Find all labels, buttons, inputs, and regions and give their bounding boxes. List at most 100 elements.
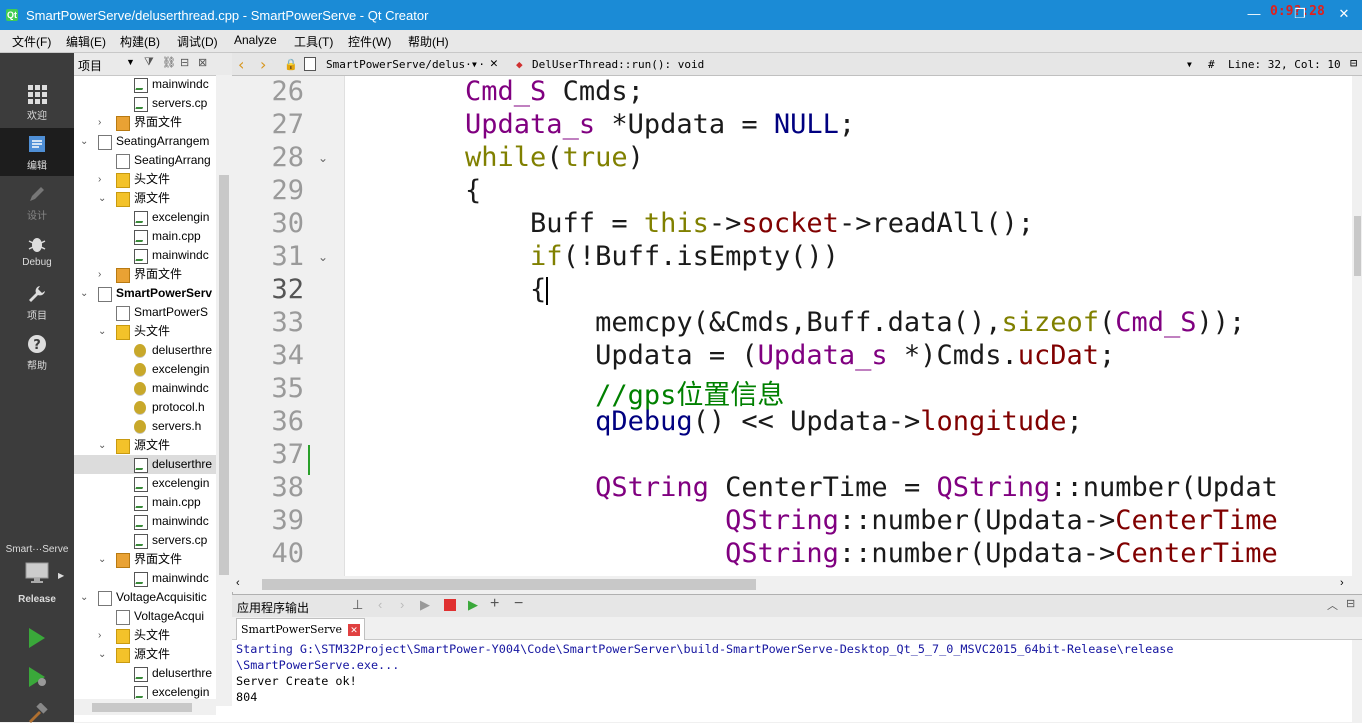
code-line[interactable]: Updata = (Updata_s *)Cmds.ucDat; <box>400 340 1115 371</box>
tree-item[interactable]: servers.cp <box>74 94 216 113</box>
debug-run-icon[interactable] <box>27 666 49 688</box>
tree-item[interactable]: ⌄ 源文件 <box>74 436 216 455</box>
output-tab[interactable]: SmartPowerServe ✕ <box>236 618 365 640</box>
expand-arrow-icon[interactable]: ⌄ <box>98 436 110 455</box>
tree-item[interactable]: › 头文件 <box>74 170 216 189</box>
close-tab-icon[interactable]: ✕ <box>348 624 360 636</box>
tree-item[interactable]: excelengin <box>74 208 216 227</box>
expand-arrow-icon[interactable]: ⌄ <box>98 189 110 208</box>
code-line[interactable]: QString::number(Updata->CenterTime <box>400 505 1278 536</box>
debug-attach-icon[interactable]: ▶ <box>468 597 478 613</box>
tree-item[interactable]: ⌄ 界面文件 <box>74 550 216 569</box>
monitor-icon[interactable] <box>25 562 49 584</box>
previous-icon[interactable]: ‹ <box>378 597 382 612</box>
menu-debug[interactable]: 调试(D) <box>177 33 218 50</box>
code-line[interactable]: Cmd_S Cmds; <box>400 76 644 107</box>
code-line[interactable]: QString::number(Updata->CenterTime <box>400 538 1278 569</box>
mode-debug[interactable]: Debug <box>0 228 74 276</box>
zoom-out-icon[interactable]: − <box>514 595 523 613</box>
tree-item[interactable]: ⌄ SmartPowerServ <box>74 284 216 303</box>
expand-arrow-icon[interactable]: ⌄ <box>80 284 92 303</box>
back-icon[interactable]: ‹ <box>238 55 244 74</box>
editor-vertical-scrollbar[interactable] <box>1352 76 1362 576</box>
menu-build[interactable]: 构建(B) <box>120 33 160 50</box>
collapse-arrow-icon[interactable]: › <box>98 265 110 284</box>
close-document-icon[interactable]: ✕ <box>490 56 498 71</box>
tree-item[interactable]: › 界面文件 <box>74 265 216 284</box>
symbol-combo[interactable]: DelUserThread::run(): void <box>532 58 704 71</box>
code-line[interactable]: while(true) <box>400 142 644 173</box>
tree-item[interactable]: deluserthre <box>74 341 216 360</box>
tree-item[interactable]: mainwindc <box>74 75 216 94</box>
split-icon[interactable]: ⊟ <box>180 56 189 69</box>
tree-item[interactable]: mainwindc <box>74 379 216 398</box>
maximize-pane-icon[interactable]: ︿ <box>1327 597 1338 613</box>
mode-projects[interactable]: 项目 <box>0 278 74 326</box>
minimize-button[interactable]: — <box>1244 5 1264 23</box>
tree-item[interactable]: main.cpp <box>74 227 216 246</box>
code-line[interactable]: QString CenterTime = QString::number(Upd… <box>400 472 1278 503</box>
close-pane-icon[interactable]: ⊟ <box>1346 597 1355 610</box>
forward-icon[interactable]: › <box>260 55 266 74</box>
code-line[interactable]: qDebug() << Updata->longitude; <box>400 406 1083 437</box>
tree-item[interactable]: ⌄ 源文件 <box>74 189 216 208</box>
tree-item[interactable]: excelengin <box>74 360 216 379</box>
tree-item[interactable]: ⌄ SeatingArrangem <box>74 132 216 151</box>
tree-item[interactable]: VoltageAcqui <box>74 607 216 626</box>
stop-icon[interactable] <box>444 599 456 611</box>
scroll-left-icon[interactable]: ‹ <box>236 577 240 589</box>
menu-controls[interactable]: 控件(W) <box>348 33 391 50</box>
editor-horizontal-scrollbar[interactable]: ‹ › <box>232 576 1362 592</box>
open-file-combo[interactable]: SmartPowerServe/delus··· <box>326 58 485 71</box>
fold-marker-icon[interactable]: ⌄ <box>318 250 328 264</box>
chevron-down-icon[interactable]: ▼ <box>126 57 135 67</box>
run-icon[interactable] <box>27 627 47 649</box>
menu-help[interactable]: 帮助(H) <box>408 33 449 50</box>
tree-item[interactable]: main.cpp <box>74 493 216 512</box>
tree-item[interactable]: › 界面文件 <box>74 113 216 132</box>
menu-file[interactable]: 文件(F) <box>12 33 51 50</box>
tree-item[interactable]: ⌄ 源文件 <box>74 645 216 664</box>
tree-item[interactable]: mainwindc <box>74 512 216 531</box>
tree-item[interactable]: protocol.h <box>74 398 216 417</box>
expand-arrow-icon[interactable]: ⌄ <box>98 645 110 664</box>
tree-horizontal-scrollbar[interactable] <box>74 699 216 715</box>
menu-edit[interactable]: 编辑(E) <box>66 33 106 50</box>
tree-item[interactable]: SmartPowerS <box>74 303 216 322</box>
mode-help[interactable]: ? 帮助 <box>0 328 74 376</box>
rerun-icon[interactable]: ▶ <box>420 597 430 613</box>
mode-welcome[interactable]: 欢迎 <box>0 78 74 126</box>
filter-icon[interactable]: ⧩ <box>144 56 154 69</box>
attach-icon[interactable]: ⊥ <box>352 597 363 613</box>
code-line[interactable]: { <box>400 274 549 305</box>
tree-item[interactable]: mainwindc <box>74 569 216 588</box>
tree-item[interactable]: servers.cp <box>74 531 216 550</box>
expand-arrow-icon[interactable]: ⌄ <box>98 550 110 569</box>
link-icon[interactable]: ⛓ <box>162 56 176 69</box>
tree-item[interactable]: SeatingArrang <box>74 151 216 170</box>
tree-vertical-scrollbar[interactable] <box>216 75 232 706</box>
tree-item[interactable]: mainwindc <box>74 246 216 265</box>
cursor-position[interactable]: Line: 32, Col: 10 <box>1228 58 1341 71</box>
expand-arrow-icon[interactable]: ⌄ <box>98 322 110 341</box>
code-line[interactable]: if(!Buff.isEmpty()) <box>400 241 839 272</box>
expand-arrow-icon[interactable]: ⌄ <box>80 132 92 151</box>
tree-item[interactable]: ⌄ VoltageAcquisitic <box>74 588 216 607</box>
split-icon[interactable]: ⊟ <box>1350 56 1357 70</box>
expand-arrow-icon[interactable]: ⌄ <box>80 588 92 607</box>
code-line[interactable]: Updata_s *Updata = NULL; <box>400 109 855 140</box>
collapse-arrow-icon[interactable]: › <box>98 113 110 132</box>
chevron-down-icon[interactable]: ▼ <box>1187 60 1192 69</box>
menu-tools[interactable]: 工具(T) <box>294 33 333 50</box>
tree-item[interactable]: servers.h <box>74 417 216 436</box>
tree-item[interactable]: deluserthre <box>74 455 216 474</box>
close-button[interactable]: ✕ <box>1334 5 1354 23</box>
tree-item[interactable]: excelengin <box>74 474 216 493</box>
tree-item[interactable]: ⌄ 头文件 <box>74 322 216 341</box>
collapse-arrow-icon[interactable]: › <box>98 170 110 189</box>
project-view-selector[interactable]: 项目 <box>78 57 102 74</box>
maximize-button[interactable]: ❐ <box>1290 5 1310 23</box>
code-line[interactable]: Buff = this->socket->readAll(); <box>400 208 1034 239</box>
code-line[interactable]: { <box>400 175 481 206</box>
tree-item[interactable]: deluserthre <box>74 664 216 683</box>
